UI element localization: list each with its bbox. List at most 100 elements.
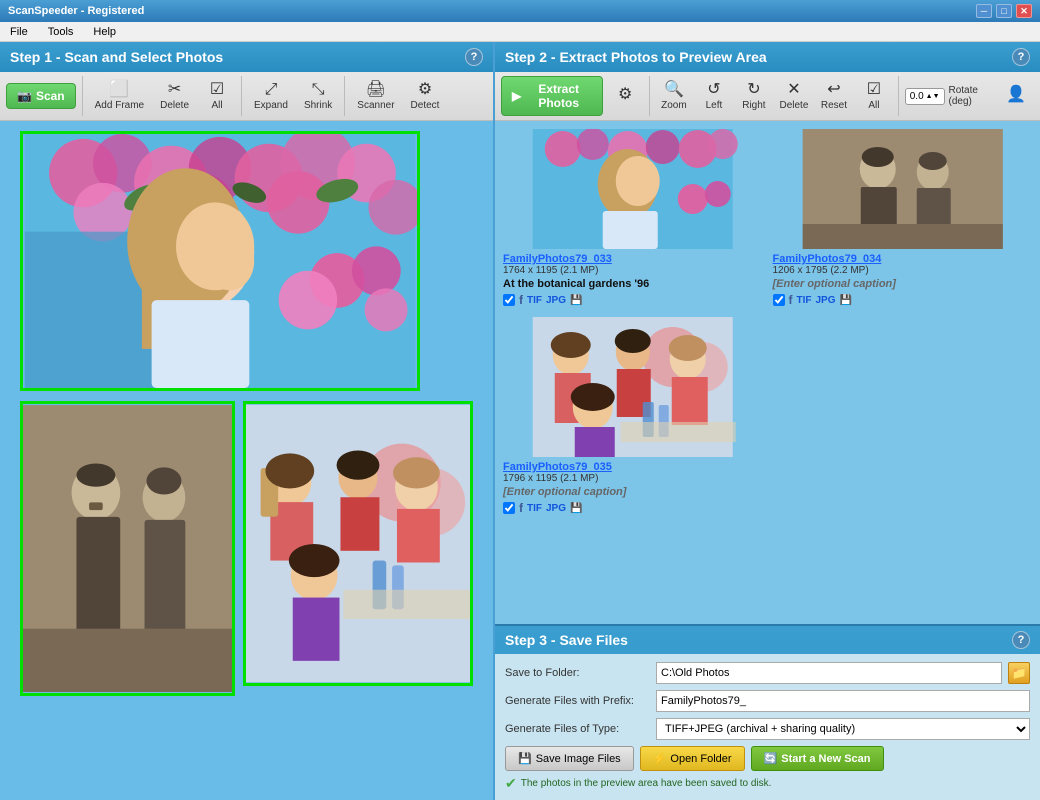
reset-icon: ↩	[827, 82, 840, 98]
save-content: Save to Folder: 📁 Generate Files with Pr…	[495, 654, 1040, 800]
save-folder-label: Save to Folder:	[505, 667, 650, 679]
step1-title: Step 1 - Scan and Select Photos	[10, 49, 223, 65]
photo-frame-portrait[interactable]	[20, 401, 235, 696]
status-check-icon: ✔	[505, 775, 517, 792]
step1-toolbar: 📷 Scan ⬜ Add Frame ✂ Delete ☑ All ⤢ Expa…	[0, 72, 493, 121]
left-panel: Step 1 - Scan and Select Photos ? 📷 Scan…	[0, 42, 495, 800]
photo-group-image	[246, 404, 470, 683]
extract-sep-1	[649, 76, 650, 116]
scan-button[interactable]: 📷 Scan	[6, 83, 76, 109]
minimize-button[interactable]: ─	[976, 4, 992, 18]
jpg-badge-1[interactable]: JPG	[546, 295, 566, 306]
download-icon-3[interactable]: 💾	[570, 503, 582, 514]
preview-item-2: FamilyPhotos79_034 1206 x 1795 (2.2 MP) …	[773, 129, 1033, 307]
save-images-button[interactable]: 💾 Save Image Files	[505, 746, 634, 771]
preview-item-3: FamilyPhotos79_035 1796 x 1195 (2.1 MP) …	[503, 317, 763, 515]
rotate-value-control[interactable]: 0.0 ▲▼	[905, 88, 945, 105]
new-scan-button[interactable]: 🔄 Start a New Scan	[751, 746, 884, 771]
menu-help[interactable]: Help	[87, 24, 122, 40]
save-folder-input[interactable]	[656, 662, 1002, 684]
delete-button[interactable]: ✂ Delete	[154, 78, 195, 115]
share-button[interactable]: 👤	[998, 83, 1034, 109]
jpg-badge-3[interactable]: JPG	[546, 503, 566, 514]
preview-dims-1: 1764 x 1195 (2.1 MP)	[503, 265, 763, 276]
download-icon-1[interactable]: 💾	[570, 295, 582, 306]
file-type-label: Generate Files of Type:	[505, 723, 650, 735]
photo-frame-group[interactable]	[243, 401, 473, 686]
preview-caption-1[interactable]: At the botanical gardens '96	[503, 278, 763, 290]
preview-thumb-1	[503, 129, 763, 249]
window-title: ScanSpeeder - Registered	[8, 5, 144, 17]
main-content: Step 1 - Scan and Select Photos ? 📷 Scan…	[0, 42, 1040, 800]
all-extract-button[interactable]: ☑ All	[856, 78, 892, 115]
reset-button[interactable]: ↩ Reset	[816, 78, 852, 115]
preview-checkbox-3[interactable]	[503, 502, 515, 514]
rotate-right-button[interactable]: ↻ Right	[736, 78, 772, 115]
toolbar-separator-3	[344, 76, 345, 116]
tif-badge-1[interactable]: TIF	[527, 295, 542, 306]
preview-checkbox-2[interactable]	[773, 294, 785, 306]
add-frame-icon: ⬜	[109, 82, 129, 98]
add-frame-button[interactable]: ⬜ Add Frame	[89, 78, 150, 115]
jpg-badge-2[interactable]: JPG	[816, 295, 836, 306]
preview-thumb-2-image	[773, 129, 1033, 249]
all-icon: ☑	[210, 82, 224, 98]
facebook-icon-1[interactable]: f	[519, 293, 523, 307]
save-folder-row: Save to Folder: 📁	[505, 662, 1030, 684]
close-button[interactable]: ✕	[1016, 4, 1032, 18]
scan-area	[0, 121, 493, 800]
browse-folder-button[interactable]: 📁	[1008, 662, 1030, 684]
rotate-left-icon: ↺	[707, 82, 720, 98]
step1-help-icon[interactable]: ?	[465, 48, 483, 66]
preview-filename-2[interactable]: FamilyPhotos79_034	[773, 253, 1033, 265]
preview-thumb-3	[503, 317, 763, 457]
step2-header: Step 2 - Extract Photos to Preview Area …	[495, 42, 1040, 72]
preview-caption-3[interactable]: [Enter optional caption]	[503, 486, 763, 498]
window-controls: ─ □ ✕	[976, 4, 1032, 18]
all-button[interactable]: ☑ All	[199, 78, 235, 115]
open-folder-button[interactable]: ⚡ Open Folder	[640, 746, 745, 771]
rotate-right-icon: ↻	[747, 82, 760, 98]
menu-file[interactable]: File	[4, 24, 34, 40]
expand-button[interactable]: ⤢ Expand	[248, 78, 294, 115]
scanner-icon: 🖨	[366, 82, 386, 98]
maximize-button[interactable]: □	[996, 4, 1012, 18]
zoom-icon: 🔍	[664, 82, 684, 98]
photo-frame-girl[interactable]	[20, 131, 420, 391]
preview-checkbox-1[interactable]	[503, 294, 515, 306]
detect-button[interactable]: ⚙ Detect	[405, 78, 446, 115]
download-icon-2[interactable]: 💾	[840, 295, 852, 306]
save-buttons: 💾 Save Image Files ⚡ Open Folder 🔄 Start…	[505, 746, 1030, 771]
step2-help-icon[interactable]: ?	[1012, 48, 1030, 66]
delete-extract-button[interactable]: ✕ Delete	[776, 78, 812, 115]
rotate-value: 0.0	[910, 91, 924, 102]
tif-badge-3[interactable]: TIF	[527, 503, 542, 514]
status-text: The photos in the preview area have been…	[521, 778, 772, 789]
settings-button[interactable]: ⚙	[607, 83, 643, 109]
extract-photos-button[interactable]: ▶ Extract Photos	[501, 76, 603, 116]
step3-help-icon[interactable]: ?	[1012, 631, 1030, 649]
preview-filename-1[interactable]: FamilyPhotos79_033	[503, 253, 763, 265]
photo-portrait-image	[23, 404, 232, 693]
preview-thumb-2	[773, 129, 1033, 249]
preview-actions-2: f TIF JPG 💾	[773, 293, 1033, 307]
all-extract-icon: ☑	[867, 82, 881, 98]
prefix-input[interactable]	[656, 690, 1030, 712]
file-type-select[interactable]: TIFF+JPEG (archival + sharing quality)	[656, 718, 1030, 740]
tif-badge-2[interactable]: TIF	[797, 295, 812, 306]
facebook-icon-2[interactable]: f	[789, 293, 793, 307]
open-folder-icon: ⚡	[653, 752, 667, 765]
rotate-left-button[interactable]: ↺ Left	[696, 78, 732, 115]
facebook-icon-3[interactable]: f	[519, 501, 523, 515]
scan-icon: 📷	[17, 89, 32, 103]
scanner-button[interactable]: 🖨 Scanner	[351, 78, 400, 115]
menu-tools[interactable]: Tools	[42, 24, 80, 40]
rotate-label: Rotate (deg)	[949, 85, 994, 107]
extract-sep-2	[898, 76, 899, 116]
shrink-button[interactable]: ⤡ Shrink	[298, 78, 338, 115]
menu-bar: File Tools Help	[0, 22, 1040, 42]
preview-filename-3[interactable]: FamilyPhotos79_035	[503, 461, 763, 473]
preview-caption-2[interactable]: [Enter optional caption]	[773, 278, 1033, 290]
zoom-button[interactable]: 🔍 Zoom	[656, 78, 692, 115]
file-type-row: Generate Files of Type: TIFF+JPEG (archi…	[505, 718, 1030, 740]
